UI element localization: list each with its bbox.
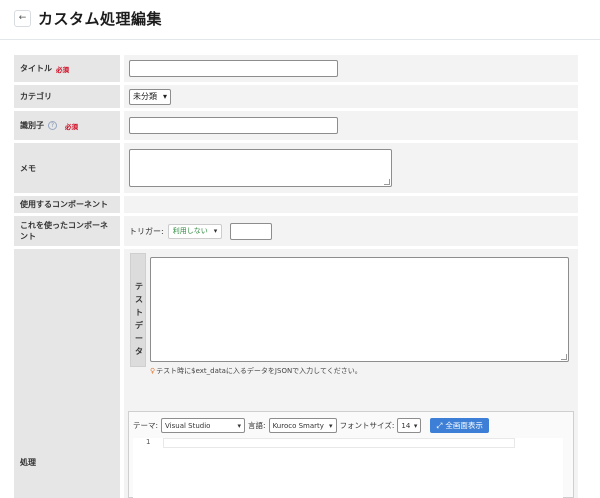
test-data-hint-text: テスト時に$ext_dataに入るデータをJSONで入力してください。 bbox=[156, 367, 362, 375]
row-components-used: 使用するコンポーネント bbox=[14, 196, 578, 213]
identifier-label: 識別子 bbox=[20, 121, 44, 130]
components-using-value-cell: トリガー: 利用しない ▾ bbox=[124, 216, 578, 246]
test-data-hint: ♀テスト時に$ext_dataに入るデータをJSONで入力してください。 bbox=[150, 366, 362, 376]
required-badge: 必須 bbox=[65, 122, 78, 131]
resize-grip-icon[interactable] bbox=[561, 354, 567, 360]
components-used-value-cell bbox=[124, 196, 578, 213]
theme-select[interactable]: Visual Studio ▾ bbox=[161, 418, 246, 433]
memo-textarea[interactable] bbox=[129, 149, 392, 187]
row-title: タイトル 必須 bbox=[14, 55, 578, 82]
help-icon[interactable]: ? bbox=[48, 121, 57, 130]
components-used-label-cell: 使用するコンポーネント bbox=[14, 196, 120, 213]
title-label: タイトル bbox=[20, 64, 52, 73]
chevron-down-icon: ▾ bbox=[329, 421, 333, 430]
row-components-using: これを使ったコンポーネント トリガー: 利用しない ▾ bbox=[14, 216, 578, 246]
page-title: カスタム処理編集 bbox=[38, 10, 163, 28]
language-label: 言語: bbox=[248, 421, 266, 430]
row-identifier: 識別子 ? 必須 bbox=[14, 111, 578, 140]
theme-label: テーマ: bbox=[133, 421, 159, 430]
language-select[interactable]: Kuroco Smarty ▾ bbox=[268, 418, 337, 433]
category-select-value: 未分類 bbox=[133, 92, 157, 101]
pin-icon: ♀ bbox=[150, 367, 156, 375]
process-label-cell: 処理 bbox=[14, 249, 120, 498]
title-value-cell bbox=[124, 55, 578, 82]
editor-toolbar: テーマ: Visual Studio ▾ 言語: Kuroco Smarty ▾… bbox=[133, 418, 489, 433]
fullscreen-button[interactable]: ⤢ 全画面表示 bbox=[430, 418, 489, 433]
category-label: カテゴリ bbox=[20, 92, 52, 101]
theme-select-value: Visual Studio bbox=[165, 421, 211, 430]
trigger-select-value: 利用しない bbox=[172, 227, 208, 235]
required-badge: 必須 bbox=[56, 65, 69, 74]
identifier-input[interactable] bbox=[129, 117, 338, 134]
page-header: ← カスタム処理編集 bbox=[0, 0, 600, 40]
memo-value-cell bbox=[124, 143, 578, 193]
category-select[interactable]: 未分類 ▾ bbox=[129, 88, 172, 105]
back-arrow-icon: ← bbox=[18, 13, 27, 23]
language-select-value: Kuroco Smarty bbox=[272, 421, 324, 430]
components-used-label: 使用するコンポーネント bbox=[20, 200, 108, 209]
memo-label-cell: メモ bbox=[14, 143, 120, 193]
expand-icon: ⤢ bbox=[436, 420, 443, 430]
chevron-down-icon: ▾ bbox=[237, 421, 242, 430]
chevron-down-icon: ▾ bbox=[213, 227, 218, 235]
identifier-label-cell: 識別子 ? 必須 bbox=[14, 111, 120, 140]
components-using-label: これを使ったコンポーネント bbox=[20, 221, 108, 241]
font-size-select-value: 14 bbox=[401, 421, 411, 430]
chevron-down-icon: ▾ bbox=[413, 421, 418, 430]
title-label-cell: タイトル 必須 bbox=[14, 55, 120, 82]
row-memo: メモ bbox=[14, 143, 578, 193]
font-size-label: フォントサイズ: bbox=[339, 421, 395, 430]
test-data-label: テストデータ bbox=[135, 282, 143, 356]
process-label: 処理 bbox=[20, 458, 36, 467]
test-data-textarea[interactable] bbox=[150, 257, 569, 362]
active-line bbox=[163, 438, 515, 448]
trigger-extra-input[interactable] bbox=[230, 222, 273, 240]
trigger-select[interactable]: 利用しない ▾ bbox=[167, 223, 223, 239]
fullscreen-label: 全画面表示 bbox=[445, 421, 483, 430]
identifier-value-cell bbox=[124, 111, 578, 140]
line-number: 1 bbox=[146, 438, 151, 446]
trigger-label: トリガー: bbox=[129, 226, 164, 236]
back-button[interactable]: ← bbox=[14, 10, 31, 27]
memo-label: メモ bbox=[20, 163, 36, 173]
code-input-area[interactable]: 1 bbox=[133, 438, 563, 498]
components-using-label-cell: これを使ったコンポーネント bbox=[14, 216, 120, 246]
row-category: カテゴリ 未分類 ▾ bbox=[14, 85, 578, 108]
category-label-cell: カテゴリ bbox=[14, 85, 120, 108]
font-size-select[interactable]: 14 ▾ bbox=[397, 418, 422, 433]
chevron-down-icon: ▾ bbox=[163, 92, 168, 101]
tab-test-data[interactable]: テストデータ bbox=[130, 253, 146, 367]
title-input[interactable] bbox=[129, 60, 338, 77]
resize-grip-icon[interactable] bbox=[384, 179, 390, 185]
code-editor: テーマ: Visual Studio ▾ 言語: Kuroco Smarty ▾… bbox=[128, 411, 574, 498]
category-value-cell: 未分類 ▾ bbox=[124, 85, 578, 108]
